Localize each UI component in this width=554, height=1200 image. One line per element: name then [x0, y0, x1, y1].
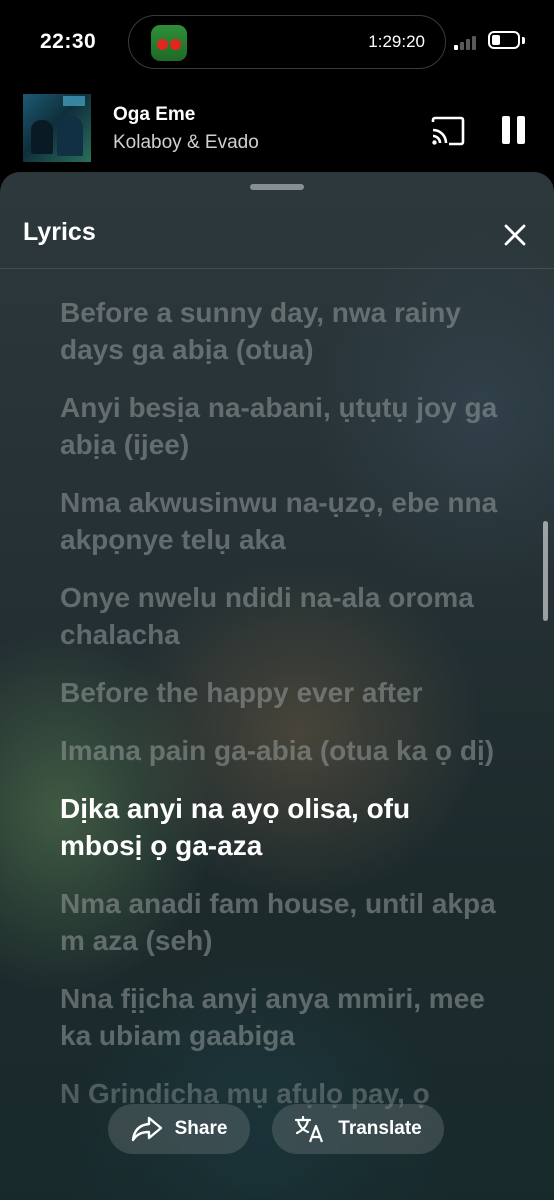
lyrics-scroll[interactable]: Kwasnakwa Zuo na-oke Before a sunny day, … — [0, 268, 554, 1200]
track-artist: Kolaboy & Evado — [113, 132, 259, 153]
lyric-line[interactable]: Kwasnakwa Zuo na-oke — [60, 268, 500, 273]
album-art — [23, 94, 91, 162]
signal-icon — [454, 34, 480, 50]
lyric-line[interactable]: Before the happy ever after — [60, 674, 500, 711]
lyric-line[interactable]: Onye nwelu ndidi na-ala oroma chalacha — [60, 579, 500, 653]
sheet-title: Lyrics — [23, 218, 96, 246]
pause-icon[interactable] — [502, 116, 526, 144]
share-icon — [131, 1116, 162, 1142]
dynamic-island[interactable]: 1:29:20 — [128, 15, 446, 69]
sheet-grabber[interactable] — [250, 184, 304, 190]
status-time: 22:30 — [40, 30, 97, 53]
translate-icon — [295, 1115, 324, 1143]
lyric-line-active[interactable]: Dịka anyi na ayọ olisa, ofu mbosị ọ ga-a… — [60, 790, 500, 864]
battery-tip — [522, 37, 525, 44]
now-playing-bar[interactable]: Oga Eme Kolaboy & Evado — [0, 86, 554, 178]
lyric-line[interactable]: Nma akwusinwu na-ụzọ, ebe nna akpọnye te… — [60, 484, 500, 558]
app-icon — [151, 25, 187, 61]
sheet-header: Lyrics — [0, 202, 554, 269]
lyric-line[interactable]: Nma anadi fam house, until akpa m aza (s… — [60, 885, 500, 959]
lyric-line[interactable]: Nna fịịcha anyị anya mmiri, mee ka ubiam… — [60, 980, 500, 1054]
translate-button[interactable]: Translate — [272, 1104, 444, 1154]
share-label: Share — [174, 1118, 228, 1139]
track-title: Oga Eme — [113, 104, 196, 125]
share-button[interactable]: Share — [108, 1104, 250, 1154]
battery-icon — [488, 31, 520, 49]
lyric-line[interactable]: Before a sunny day, nwa rainy days ga ab… — [60, 294, 500, 368]
translate-label: Translate — [338, 1118, 422, 1139]
island-timer: 1:29:20 — [368, 32, 425, 51]
close-icon[interactable] — [499, 219, 531, 251]
lyrics-list: Kwasnakwa Zuo na-oke Before a sunny day, … — [60, 268, 500, 1133]
scrollbar[interactable] — [543, 521, 548, 621]
cast-icon[interactable] — [430, 116, 466, 146]
lyric-line[interactable]: Anyi besịa na-abani, ụtụtụ joy ga abịa (… — [60, 389, 500, 463]
status-bar: 22:30 1:29:20 — [0, 0, 554, 86]
lyric-line[interactable]: Imana pain ga-abia (otua ka ọ dị) — [60, 732, 500, 769]
lyrics-sheet: Lyrics Kwasnakwa Zuo na-oke Before a sunn… — [0, 172, 554, 1200]
